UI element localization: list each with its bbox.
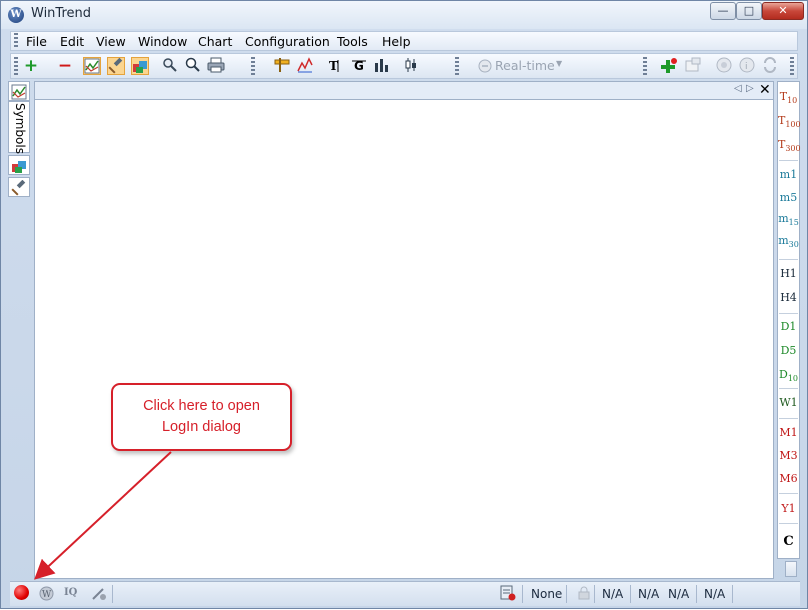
callout-arrow	[34, 451, 172, 580]
application-window: W WinTrend — □ ✕ File Edit View Window C…	[0, 0, 808, 609]
